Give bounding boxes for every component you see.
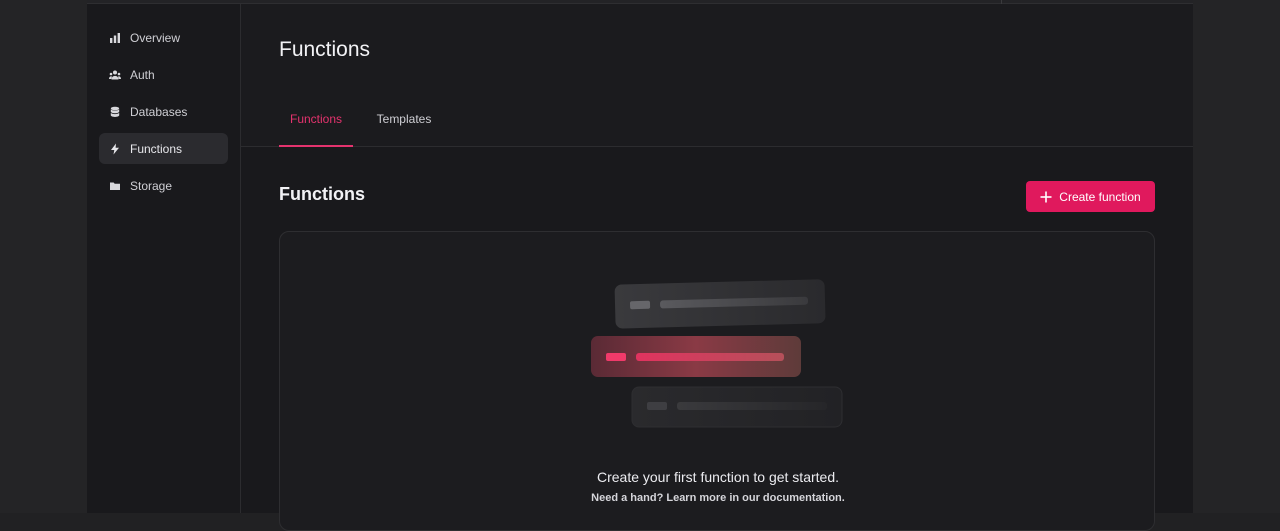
sidebar-item-label: Databases xyxy=(130,104,188,119)
create-function-label: Create function xyxy=(1059,189,1141,204)
folder-icon xyxy=(109,180,121,192)
section-title: Functions xyxy=(279,184,365,204)
users-icon xyxy=(109,69,121,81)
card-middle xyxy=(591,336,801,377)
empty-state-title: Create your first function to get starte… xyxy=(596,469,839,485)
lightning-icon xyxy=(109,143,121,155)
page-header: Functions Functions Templates xyxy=(241,4,1193,147)
empty-state-illustration xyxy=(591,279,843,428)
bar-chart-icon xyxy=(109,32,121,44)
sidebar: Overview Auth Databases Functions Storag… xyxy=(87,4,241,513)
sidebar-item-overview[interactable]: Overview xyxy=(99,22,228,53)
sidebar-item-label: Auth xyxy=(130,67,155,82)
create-function-button[interactable]: Create function xyxy=(1026,181,1155,212)
sidebar-item-label: Functions xyxy=(130,141,183,156)
tab-templates[interactable]: Templates xyxy=(367,112,441,147)
sidebar-item-label: Overview xyxy=(130,30,181,45)
main-content: Functions Functions Templates Functions … xyxy=(241,4,1193,531)
tab-functions[interactable]: Functions xyxy=(279,112,353,147)
sidebar-item-label: Storage xyxy=(130,178,173,193)
app-window: Overview Auth Databases Functions Storag… xyxy=(87,0,1193,531)
outer-background-left xyxy=(0,0,87,513)
plus-icon xyxy=(1040,191,1052,202)
card-top xyxy=(614,279,826,329)
outer-background-right xyxy=(1193,0,1280,513)
sidebar-item-databases[interactable]: Databases xyxy=(99,96,228,127)
page-title: Functions xyxy=(279,38,371,61)
database-icon xyxy=(109,106,121,118)
sidebar-item-storage[interactable]: Storage xyxy=(99,170,228,201)
empty-state-subtitle[interactable]: Need a hand? Learn more in our documenta… xyxy=(280,492,1156,504)
sidebar-item-auth[interactable]: Auth xyxy=(99,59,228,90)
card-bottom xyxy=(631,386,843,428)
sidebar-item-functions[interactable]: Functions xyxy=(99,133,228,164)
empty-state-card: Create your first function to get starte… xyxy=(279,231,1155,531)
